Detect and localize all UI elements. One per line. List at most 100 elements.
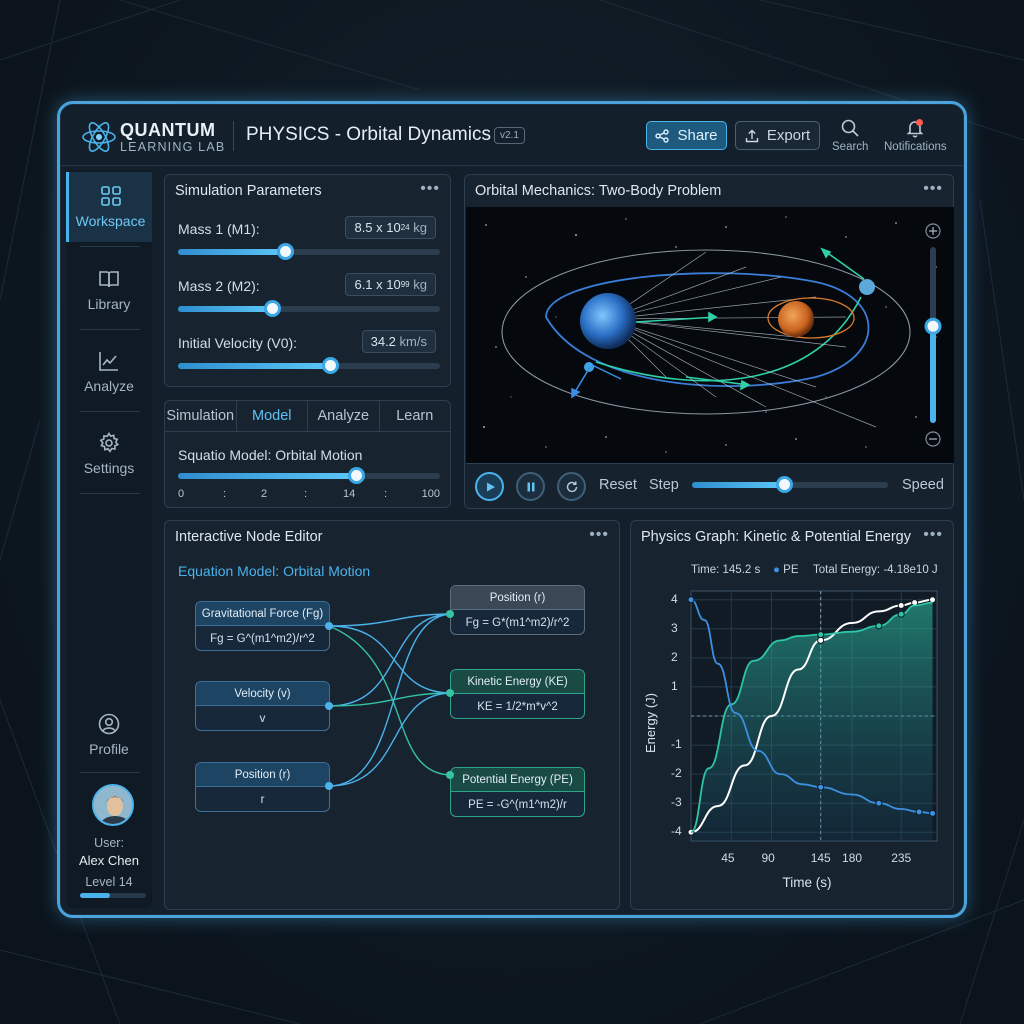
search-icon [841, 119, 859, 137]
model-name: Squatio Model: Orbital Motion [178, 447, 363, 463]
output-port[interactable] [325, 782, 333, 790]
atom-logo-icon [82, 122, 116, 152]
sidebar-item-library[interactable]: Library [66, 255, 152, 325]
notification-dot [915, 119, 923, 126]
data-point [929, 809, 937, 817]
user-avatar-image [94, 786, 132, 824]
brand-name: QUANTUM [120, 120, 216, 140]
slider-knob[interactable] [321, 357, 339, 374]
input-port[interactable] [446, 610, 454, 618]
sidebar-item-workspace[interactable]: Workspace [66, 172, 152, 242]
mass2-value-field[interactable]: 6.1 x 10 99 kg [345, 273, 436, 296]
velocity-slider[interactable] [178, 357, 440, 374]
planet-blue[interactable] [580, 293, 636, 349]
play-button[interactable] [475, 472, 504, 501]
node-gravitational-force[interactable]: Gravitational Force (Fg) Fg = G^(m1^m2)/… [195, 601, 330, 651]
node-equation: r [260, 793, 265, 806]
velocity-value-field[interactable]: 34.2 km/s [361, 330, 436, 353]
node-kinetic-energy[interactable]: Kinetic Energy (KE) KE = 1/2*m*v^2 [450, 669, 585, 719]
slider-fill [178, 473, 357, 479]
reset-cycle-button[interactable] [557, 472, 586, 501]
slider-knob[interactable] [776, 476, 794, 493]
pause-button[interactable] [516, 472, 545, 501]
data-point [817, 631, 825, 639]
profile-label: Profile [89, 741, 129, 757]
velocity-unit: km/s [399, 334, 427, 349]
brand-subtitle: LEARNING LAB [120, 140, 226, 154]
data-point [897, 610, 905, 618]
node-equation: v [259, 712, 266, 725]
reset-button[interactable]: Reset [599, 477, 637, 493]
slider-fill [178, 249, 286, 255]
search-button[interactable]: Search [832, 118, 868, 153]
sidebar-item-settings[interactable]: Settings [66, 419, 152, 489]
node-potential-energy[interactable]: Potential Energy (PE) PE = -G^(m1^m2)/r [450, 767, 585, 817]
mass1-value-field[interactable]: 8.5 x 10 24 kg [345, 216, 436, 239]
mass1-exponent: 24 [400, 223, 410, 232]
moon-body[interactable] [859, 279, 875, 295]
mass1-unit: kg [413, 220, 427, 235]
slider-knob[interactable] [277, 243, 295, 260]
pause-icon [527, 482, 534, 491]
output-port[interactable] [325, 702, 333, 710]
export-button[interactable]: Export [735, 121, 820, 150]
mass2-unit: kg [413, 277, 427, 292]
node-title: Velocity (v) [196, 682, 329, 706]
user-label: User: [94, 836, 124, 850]
node-position-input[interactable]: Position (r) r [195, 762, 330, 812]
output-port[interactable] [325, 622, 333, 630]
avatar[interactable] [92, 784, 134, 826]
input-port[interactable] [446, 689, 454, 697]
grid-icon [100, 186, 121, 206]
user-name: Alex Chen [79, 853, 139, 868]
data-point [687, 596, 695, 604]
more-options-icon[interactable]: ••• [923, 180, 943, 198]
share-icon [655, 128, 670, 143]
x-tick-label: 235 [891, 851, 912, 865]
notifications-button[interactable]: Notifications [884, 118, 947, 153]
slider-knob[interactable] [348, 467, 366, 484]
tab-model[interactable]: Model [237, 401, 308, 431]
play-icon [486, 482, 495, 491]
y-tick-label: -2 [671, 766, 682, 781]
slider-knob[interactable] [264, 300, 282, 317]
mass1-slider[interactable] [178, 243, 440, 260]
node-equation: KE = 1/2*m*v^2 [477, 700, 558, 713]
version-badge: v2.1 [494, 127, 525, 144]
tab-simulation[interactable]: Simulation [165, 401, 237, 431]
node-title: Position (r) [451, 586, 584, 610]
zoom-knob[interactable] [924, 317, 942, 335]
book-icon [99, 271, 119, 288]
more-options-icon[interactable]: ••• [420, 180, 440, 198]
x-tick-label: 180 [842, 851, 863, 865]
satellite-body[interactable] [584, 362, 594, 372]
node-velocity[interactable]: Velocity (v) v [195, 681, 330, 731]
slider-fill [178, 363, 330, 369]
planet-orange[interactable] [778, 301, 814, 337]
mass2-slider[interactable] [178, 300, 440, 317]
y-tick-label: -4 [671, 824, 682, 839]
sidebar-item-profile[interactable]: Profile [66, 700, 152, 770]
orbit-viewport[interactable] [466, 207, 954, 463]
data-point [897, 602, 905, 610]
speed-slider[interactable] [692, 476, 888, 493]
sidebar-item-analyze[interactable]: Analyze [66, 337, 152, 407]
step-button[interactable]: Step [649, 477, 679, 493]
input-port[interactable] [446, 771, 454, 779]
node-position-output[interactable]: Position (r) Fg = G*(m1^m2)/r^2 [450, 585, 585, 635]
y-tick-label: -3 [671, 795, 682, 810]
tab-analyze[interactable]: Analyze [308, 401, 380, 431]
model-slider[interactable] [178, 467, 440, 484]
node-editor-panel: Interactive Node Editor ••• Equation Mod… [164, 520, 620, 910]
refresh-icon [566, 481, 577, 492]
export-label: Export [766, 127, 811, 144]
sidebar-divider [80, 246, 140, 247]
sidebar-item-label: Settings [83, 460, 135, 476]
tick-label: 2 [261, 488, 268, 500]
mass2-exponent: 99 [400, 280, 410, 289]
sidebar-divider [80, 493, 140, 494]
user-circle-icon [98, 713, 120, 735]
tab-learn[interactable]: Learn [380, 401, 451, 431]
sidebar-item-label: Analyze [84, 378, 134, 394]
share-button[interactable]: Share [646, 121, 727, 150]
